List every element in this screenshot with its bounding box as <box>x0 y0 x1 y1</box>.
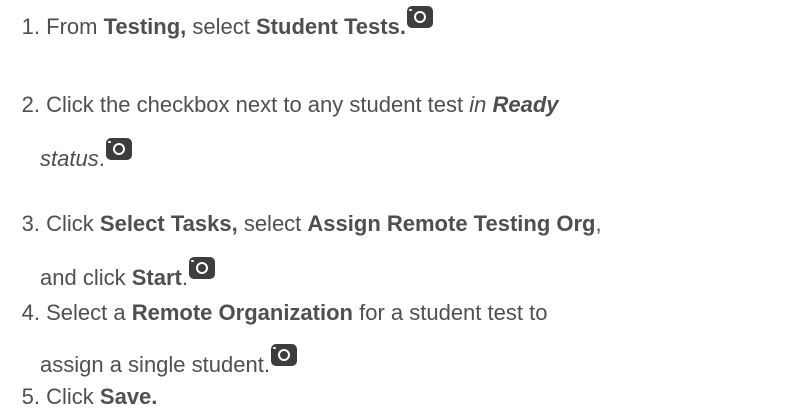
step-3-continuation: and click Start. <box>40 257 215 291</box>
step-number: 2. <box>21 92 40 117</box>
step-4: 4. Select a Remote Organization for a st… <box>0 300 548 326</box>
step-number: 4. <box>21 300 40 325</box>
step-text: select <box>186 14 256 39</box>
step-3: 3. Click Select Tasks, select Assign Rem… <box>0 211 602 237</box>
step-text: Select a <box>46 300 132 325</box>
step-2-continuation: status. <box>40 138 132 172</box>
step-4-continuation: assign a single student. <box>40 344 297 378</box>
step-bold-text: Save. <box>99 384 158 409</box>
step-text: Click the checkbox next to any student t… <box>46 92 470 117</box>
step-text: . <box>98 146 105 171</box>
camera-icon[interactable] <box>105 138 132 160</box>
step-2: 2. Click the checkbox next to any studen… <box>0 92 559 118</box>
step-number: 1. <box>21 14 40 39</box>
camera-icon[interactable] <box>188 257 215 279</box>
step-number: 5. <box>21 384 40 409</box>
step-bold-text: Select Tasks, <box>99 211 238 236</box>
step-bold-italic-text: Ready <box>492 92 559 117</box>
step-text: Click <box>46 384 100 409</box>
step-italic-text: in <box>469 92 493 117</box>
step-text: Click <box>46 211 100 236</box>
step-1: 1. From Testing, select Student Tests. <box>0 6 433 40</box>
step-text: select <box>237 211 308 236</box>
camera-icon[interactable] <box>406 6 433 28</box>
step-text: From <box>46 14 104 39</box>
step-italic-text: status <box>40 146 99 171</box>
step-bold-text: Assign Remote Testing Org <box>307 211 596 236</box>
step-text: and click <box>40 265 132 290</box>
step-text: , <box>595 211 602 236</box>
camera-icon[interactable] <box>270 344 297 366</box>
step-bold-text: Remote Organization <box>131 300 353 325</box>
step-bold-text: Testing, <box>103 14 187 39</box>
step-number: 3. <box>21 211 40 236</box>
step-text: for a student test to <box>352 300 548 325</box>
instruction-steps: 1. From Testing, select Student Tests. 2… <box>0 0 793 413</box>
step-bold-text: Start <box>131 265 182 290</box>
step-bold-text: Student Tests. <box>256 14 406 39</box>
step-5: 5. Click Save. <box>0 384 158 410</box>
step-text: assign a single student. <box>40 352 270 377</box>
step-text: . <box>181 265 188 290</box>
